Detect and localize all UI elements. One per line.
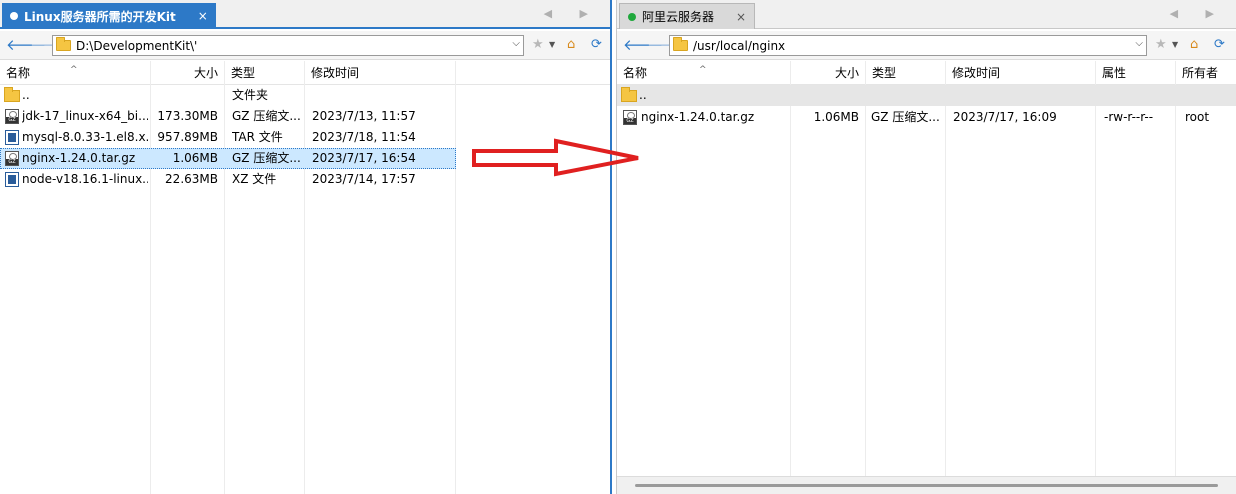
xz-archive-icon: [5, 172, 19, 187]
folder-icon: [621, 87, 637, 102]
sort-ascending-icon: ^: [699, 65, 707, 75]
col-modified[interactable]: 修改时间: [946, 61, 1096, 85]
status-dot-icon: [10, 12, 18, 20]
scrollbar-thumb[interactable]: [635, 484, 1218, 487]
forward-button[interactable]: 🡒: [647, 36, 687, 54]
col-name[interactable]: 名称 ^: [0, 61, 151, 85]
remote-tabstrip: 阿里云服务器 × ◀ ▶: [617, 0, 1236, 29]
list-item[interactable]: jdk-17_linux-x64_bi... 173.30MB GZ 压缩文..…: [0, 106, 456, 127]
tab-close-button[interactable]: ×: [198, 9, 208, 23]
refresh-icon[interactable]: ⟳: [591, 37, 602, 53]
local-tabstrip: Linux服务器所需的开发Kit × ◀ ▶: [0, 0, 610, 29]
remote-path-input[interactable]: /usr/local/nginx ⌵: [669, 35, 1147, 56]
list-item[interactable]: mysql-8.0.33-1.el8.x... 957.89MB TAR 文件 …: [0, 127, 456, 148]
tab-title: 阿里云服务器: [642, 10, 715, 24]
connected-dot-icon: [628, 12, 636, 21]
col-attributes[interactable]: 属性: [1096, 61, 1176, 85]
col-modified[interactable]: 修改时间: [305, 61, 456, 85]
horizontal-scrollbar[interactable]: [617, 476, 1236, 494]
col-size[interactable]: 大小: [151, 61, 225, 85]
list-item[interactable]: node-v18.16.1-linux... 22.63MB XZ 文件 202…: [0, 169, 456, 190]
local-address-bar: 🡐 🡒 D:\DevelopmentKit\' ⌵ ★ ▼ ⌂ ⟳: [0, 31, 610, 60]
col-size[interactable]: 大小: [791, 61, 866, 85]
local-list-header: 名称 ^ 大小 类型 修改时间: [0, 61, 610, 85]
col-name[interactable]: 名称 ^: [617, 61, 791, 85]
gz-archive-icon: [623, 110, 637, 125]
col-owner[interactable]: 所有者: [1176, 61, 1236, 85]
remote-list-header: 名称 ^ 大小 类型 修改时间 属性 所有者: [617, 61, 1236, 85]
tab-scroll-arrows[interactable]: ◀ ▶: [544, 7, 600, 20]
list-item[interactable]: nginx-1.24.0.tar.gz 1.06MB GZ 压缩文... 202…: [617, 107, 1236, 128]
list-item[interactable]: ..: [617, 85, 1236, 106]
bookmark-dropdown-icon[interactable]: ▼: [549, 37, 555, 53]
chevron-down-icon[interactable]: ⌵: [1135, 38, 1143, 49]
star-icon[interactable]: ★: [1155, 37, 1167, 53]
tab-local-kit[interactable]: Linux服务器所需的开发Kit ×: [2, 3, 216, 29]
remote-address-bar: 🡐 🡒 /usr/local/nginx ⌵ ★ ▼ ⌂ ⟳: [617, 31, 1236, 60]
col-type[interactable]: 类型: [225, 61, 305, 85]
tar-archive-icon: [5, 130, 19, 145]
folder-icon: [4, 87, 20, 102]
tab-remote-aliyun[interactable]: 阿里云服务器 ×: [619, 3, 756, 29]
home-folder-icon[interactable]: ⌂: [1190, 37, 1198, 53]
folder-icon: [673, 37, 688, 51]
sort-ascending-icon: ^: [70, 65, 78, 75]
back-button[interactable]: 🡐: [623, 36, 663, 54]
local-path-input[interactable]: D:\DevelopmentKit\' ⌵: [52, 35, 524, 56]
back-button[interactable]: 🡐: [6, 36, 46, 54]
bookmark-dropdown-icon[interactable]: ▼: [1172, 37, 1178, 53]
col-type[interactable]: 类型: [866, 61, 946, 85]
tab-close-button[interactable]: ×: [736, 10, 746, 24]
remote-path-text: /usr/local/nginx: [693, 38, 786, 53]
forward-button[interactable]: 🡒: [30, 36, 70, 54]
list-item-selected[interactable]: nginx-1.24.0.tar.gz 1.06MB GZ 压缩文... 202…: [0, 148, 456, 169]
gz-archive-icon: [5, 151, 19, 166]
local-pane: Linux服务器所需的开发Kit × ◀ ▶ 🡐 🡒 D:\Developmen…: [0, 0, 612, 494]
list-item[interactable]: .. 文件夹: [0, 85, 456, 106]
refresh-icon[interactable]: ⟳: [1214, 37, 1225, 53]
gz-archive-icon: [5, 109, 19, 124]
remote-pane: 阿里云服务器 × ◀ ▶ 🡐 🡒 /usr/local/nginx ⌵ ★ ▼ …: [616, 0, 1236, 494]
star-icon[interactable]: ★: [532, 37, 544, 53]
transfer-arrow-icon: [472, 138, 639, 177]
local-path-text: D:\DevelopmentKit\': [76, 38, 198, 53]
folder-icon: [56, 37, 71, 51]
tab-title: Linux服务器所需的开发Kit: [24, 9, 176, 24]
tab-scroll-arrows[interactable]: ◀ ▶: [1170, 7, 1226, 20]
home-folder-icon[interactable]: ⌂: [567, 37, 575, 53]
chevron-down-icon[interactable]: ⌵: [512, 38, 520, 49]
